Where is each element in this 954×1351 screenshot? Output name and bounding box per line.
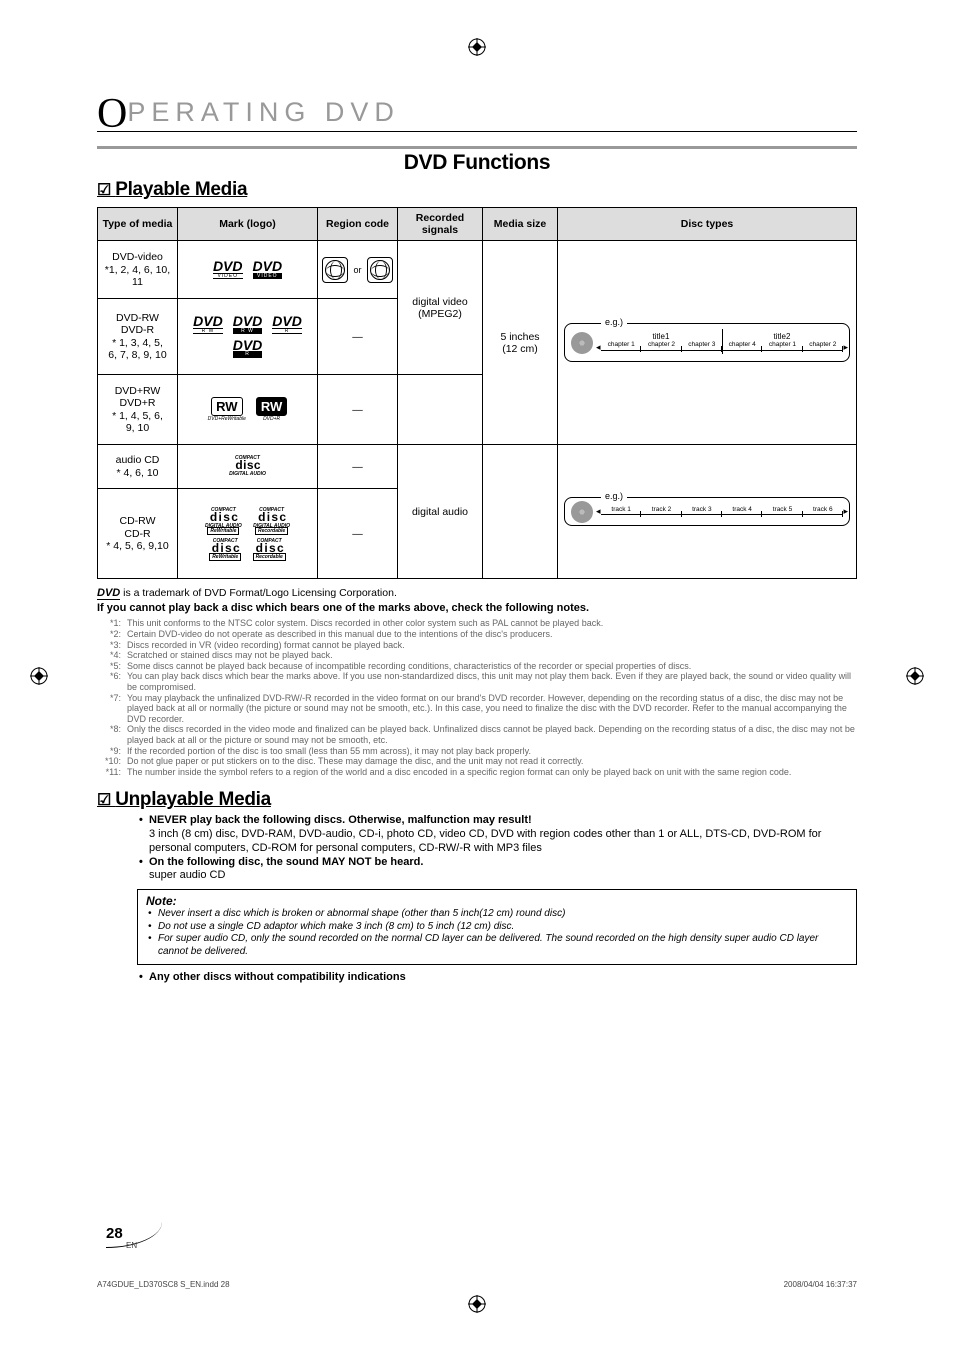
footer-date: 2008/04/04 16:37:37 — [784, 1280, 857, 1289]
cell-region: or — [318, 241, 398, 299]
crop-mark-icon — [906, 667, 924, 685]
chapter-initial: O — [97, 100, 127, 129]
footnote: *10:Do not glue paper or put stickers on… — [97, 756, 857, 767]
list-item: On the following disc, the sound MAY NOT… — [137, 856, 857, 884]
cell-mark: DVDR W DVDR W DVDR DVDR — [178, 299, 318, 375]
list-item: Any other discs without compatibility in… — [137, 971, 857, 985]
crop-mark-icon — [468, 1295, 486, 1313]
footnotes-list: *1:This unit conforms to the NTSC color … — [97, 618, 857, 777]
eg-box-video: e.g.) title1 title2 ◂ chapter 1 chapter … — [564, 323, 850, 362]
th-mark: Mark (logo) — [178, 208, 318, 241]
th-region: Region code — [318, 208, 398, 241]
th-size: Media size — [483, 208, 558, 241]
cell-disc-types: e.g.) title1 title2 ◂ chapter 1 chapter … — [558, 241, 857, 445]
cell-size — [483, 445, 558, 579]
dvd-logo-icon: DVDR W — [193, 315, 223, 335]
footnote: *7:You may playback the unfinalized DVD-… — [97, 693, 857, 725]
footnote: *1:This unit conforms to the NTSC color … — [97, 618, 857, 629]
rw-logo-icon: RWDVD+ReWritable — [208, 397, 246, 422]
cell-signals: digital video (MPEG2) — [398, 241, 483, 375]
arrow-left-icon: ◂ — [596, 342, 601, 353]
cell-mark: DVDVIDEO DVDVIDEO — [178, 241, 318, 299]
footnote: *6:You can play back discs which bear th… — [97, 671, 857, 692]
globe-icon — [325, 260, 345, 280]
footer-file: A74GDUE_LD370SC8 S_EN.indd 28 — [97, 1280, 230, 1289]
footnote: *11:The number inside the symbol refers … — [97, 767, 857, 778]
row-dvd-video: DVD-video *1, 2, 4, 6, 10, 11 DVDVIDEO D… — [98, 241, 857, 299]
crop-mark-icon — [30, 667, 48, 685]
dvd-logo-icon: DVDVIDEO — [213, 260, 243, 280]
arrow-left-icon: ◂ — [596, 506, 601, 517]
disc-icon — [571, 501, 593, 523]
compact-disc-icon: COMPACTd i s cDIGITAL AUDIORecordable — [253, 508, 290, 535]
check-icon: ☑ — [97, 182, 115, 199]
arrow-right-icon: ▸ — [843, 342, 848, 353]
page-number-box: 28 EN — [106, 1225, 123, 1253]
cell-region: — — [318, 375, 398, 445]
cell-size: 5 inches (12 cm) — [483, 241, 558, 445]
cell-type: DVD+RW DVD+R * 1, 4, 5, 6, 9, 10 — [98, 375, 178, 445]
table-header-row: Type of media Mark (logo) Region code Re… — [98, 208, 857, 241]
globe-icon — [370, 260, 390, 280]
cell-mark: RWDVD+ReWritable RWDVD+R — [178, 375, 318, 445]
final-bullet-list: Any other discs without compatibility in… — [137, 971, 857, 985]
th-type: Type of media — [98, 208, 178, 241]
th-disc-types: Disc types — [558, 208, 857, 241]
eg-box-audio: e.g.) ◂ track 1 track 2 track 3 track 4 … — [564, 497, 850, 526]
dvd-logo-icon: DVDR — [233, 339, 263, 359]
cell-region: — — [318, 489, 398, 579]
footnote: *3:Discs recorded in VR (video recording… — [97, 640, 857, 651]
note-item: For super audio CD, only the sound recor… — [146, 933, 848, 958]
cell-signals: digital audio — [398, 445, 483, 579]
important-note: If you cannot play back a disc which bea… — [97, 602, 857, 614]
unplayable-list: NEVER play back the following discs. Oth… — [137, 814, 857, 883]
cell-mark: COMPACTd i s cDIGITAL AUDIOReWritable CO… — [178, 489, 318, 579]
cell-disc-types: e.g.) ◂ track 1 track 2 track 3 track 4 … — [558, 445, 857, 579]
chapter-title: OPERATING DVD — [97, 97, 857, 132]
rw-logo-icon: RWDVD+R — [256, 397, 287, 422]
cell-type: CD-RW CD-R * 4, 5, 6, 9,10 — [98, 489, 178, 579]
cell-type: DVD-RW DVD-R * 1, 3, 4, 5, 6, 7, 8, 9, 1… — [98, 299, 178, 375]
note-item: Never insert a disc which is broken or a… — [146, 908, 848, 921]
cell-type: DVD-video *1, 2, 4, 6, 10, 11 — [98, 241, 178, 299]
compact-disc-icon: COMPACTd i s cRecordable — [253, 539, 286, 561]
cell-region: — — [318, 299, 398, 375]
media-table: Type of media Mark (logo) Region code Re… — [97, 207, 857, 579]
note-box: Note: Never insert a disc which is broke… — [137, 889, 857, 965]
footnote: *5:Some discs cannot be played back beca… — [97, 661, 857, 672]
unplayable-media-heading: ☑ Unplayable Media — [97, 789, 857, 811]
crop-mark-icon — [468, 38, 486, 56]
footnote: *2:Certain DVD-video do not operate as d… — [97, 629, 857, 640]
dvd-logo-icon: DVDR — [272, 315, 302, 335]
page-language: EN — [126, 1241, 137, 1250]
compact-disc-icon: COMPACTd i s cReWritable — [209, 539, 241, 561]
note-title: Note: — [146, 894, 848, 908]
row-audio-cd: audio CD * 4, 6, 10 COMPACT d i s c DIGI… — [98, 445, 857, 489]
function-title: DVD Functions — [97, 146, 857, 175]
footnote: *9:If the recorded portion of the disc i… — [97, 746, 857, 757]
playable-media-heading: ☑ Playable Media — [97, 179, 857, 201]
th-signals: Recorded signals — [398, 208, 483, 241]
check-icon: ☑ — [97, 792, 115, 809]
arrow-right-icon: ▸ — [843, 506, 848, 517]
disc-icon — [571, 332, 593, 354]
list-item: NEVER play back the following discs. Oth… — [137, 814, 857, 855]
trademark-line: DVD is a trademark of DVD Format/Logo Li… — [97, 587, 857, 600]
dvd-logo-icon: DVDR W — [233, 315, 263, 335]
compact-disc-icon: COMPACTd i s cDIGITAL AUDIOReWritable — [205, 508, 242, 535]
compact-disc-icon: COMPACT d i s c DIGITAL AUDIO — [229, 456, 266, 478]
chapter-rest: PERATING DVD — [127, 97, 400, 127]
dvd-logo-icon: DVDVIDEO — [253, 260, 283, 280]
cell-type: audio CD * 4, 6, 10 — [98, 445, 178, 489]
cell-mark: COMPACT d i s c DIGITAL AUDIO — [178, 445, 318, 489]
footnote: *4:Scratched or stained discs may not be… — [97, 650, 857, 661]
note-item: Do not use a single CD adaptor which mak… — [146, 921, 848, 934]
dvd-logo-icon: DVD — [97, 587, 120, 599]
page-number: 28 — [106, 1225, 123, 1242]
footnote: *8:Only the discs recorded in the video … — [97, 724, 857, 745]
footer: A74GDUE_LD370SC8 S_EN.indd 28 2008/04/04… — [97, 1280, 857, 1289]
cell-region: — — [318, 445, 398, 489]
